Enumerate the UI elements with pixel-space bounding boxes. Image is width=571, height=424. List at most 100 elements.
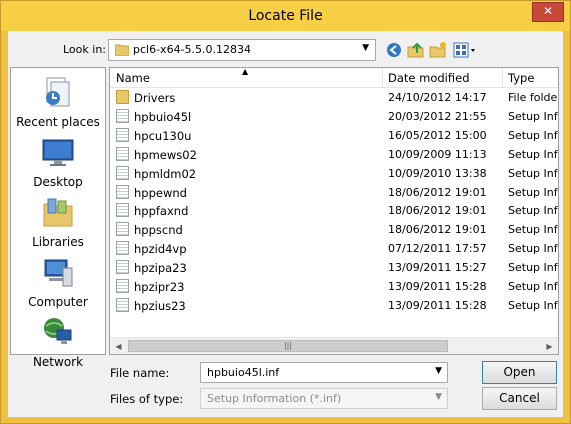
back-icon[interactable] <box>385 41 403 59</box>
table-row[interactable]: hpzid4vp 07/12/2011 17:57 Setup Infc <box>110 239 558 257</box>
file-type-value: Setup Information (*.inf) <box>207 392 342 405</box>
place-libraries[interactable]: Libraries <box>11 196 105 249</box>
file-name-cell: hppewnd <box>134 185 187 200</box>
place-network[interactable]: Network <box>11 316 105 369</box>
look-in-dropdown[interactable]: pcl6-x64-5.5.0.12834 ▼ <box>108 39 376 61</box>
file-list[interactable]: Name ▲ Date modified Type Drivers 24/10/2… <box>109 67 559 355</box>
file-name-cell: hppscnd <box>134 223 183 238</box>
date-modified-cell: 18/06/2012 19:01 <box>388 223 487 237</box>
date-modified-cell: 18/06/2012 19:01 <box>388 204 487 218</box>
date-modified-cell: 13/09/2011 15:28 <box>388 298 487 312</box>
setup-file-icon <box>116 127 129 142</box>
place-computer[interactable]: Computer <box>11 256 105 309</box>
column-header-type[interactable]: Type <box>508 71 534 85</box>
scroll-left-icon[interactable]: ◀ <box>110 338 127 354</box>
scrollbar-thumb[interactable]: ||| <box>128 340 448 352</box>
file-type-cell: File folder <box>508 91 559 104</box>
file-type-cell: Setup Infc <box>508 242 559 256</box>
setup-file-icon <box>116 279 129 293</box>
chevron-down-icon: ▼ <box>435 392 442 402</box>
file-type-cell: Setup Infc <box>508 280 559 293</box>
up-folder-icon[interactable] <box>407 41 425 59</box>
sort-ascending-icon: ▲ <box>242 67 249 76</box>
file-type-cell: Setup Infc <box>508 147 559 161</box>
table-row[interactable]: Drivers 24/10/2012 14:17 File folder <box>110 88 558 106</box>
file-name-cell: Drivers <box>134 91 176 105</box>
column-header-name[interactable]: Name <box>116 71 150 85</box>
file-name-value: hpbuio45l.inf <box>207 366 280 379</box>
file-name-cell: hpbuio45l <box>134 109 192 124</box>
date-modified-cell: 18/06/2012 19:01 <box>388 185 487 199</box>
date-modified-cell: 24/10/2012 14:17 <box>388 91 487 104</box>
file-name-cell: hpzipr23 <box>134 280 185 294</box>
look-in-value: pcl6-x64-5.5.0.12834 <box>133 43 252 56</box>
place-label: Libraries <box>32 235 84 249</box>
setup-file-icon <box>116 108 129 123</box>
file-type-cell: Setup Infc <box>508 185 559 199</box>
file-name-cell: hpzid4vp <box>134 242 187 257</box>
table-row[interactable]: hpbuio45l 20/03/2012 21:55 Setup Infc <box>110 107 558 125</box>
table-row[interactable]: hpmews02 10/09/2009 11:13 Setup Infc <box>110 145 558 163</box>
table-row[interactable]: hppscnd 18/06/2012 19:01 Setup Infc <box>110 220 558 238</box>
file-type-cell: Setup Infc <box>508 298 559 312</box>
setup-file-icon <box>116 241 129 256</box>
date-modified-cell: 07/12/2011 17:57 <box>388 242 487 256</box>
file-type-cell: Setup Infc <box>508 166 559 180</box>
close-button[interactable]: ✕ <box>532 2 564 22</box>
table-row[interactable]: hpcu130u 16/05/2012 15:00 Setup Infc <box>110 126 558 144</box>
file-type-cell: Setup Infc <box>508 109 559 123</box>
place-label: Network <box>32 355 84 369</box>
table-row[interactable]: hpzipa23 13/09/2011 15:27 Setup Infc <box>110 258 558 276</box>
setup-file-icon <box>116 146 129 161</box>
title-bar[interactable]: Locate File ✕ <box>1 1 570 31</box>
column-divider[interactable] <box>502 68 503 88</box>
file-name-label: File name: <box>110 366 170 380</box>
file-name-field[interactable]: hpbuio45l.inf ▼ <box>200 362 448 383</box>
file-type-cell: Setup Infc <box>508 261 559 275</box>
file-type-cell: Setup Infc <box>508 204 559 218</box>
column-header-date[interactable]: Date modified <box>388 71 470 85</box>
folder-icon <box>116 90 129 104</box>
file-name-cell: hppfaxnd <box>134 204 189 219</box>
desktop-icon <box>42 139 74 166</box>
chevron-down-icon[interactable]: ▼ <box>435 366 442 376</box>
date-modified-cell: 10/09/2009 11:13 <box>388 147 487 161</box>
place-desktop[interactable]: Desktop <box>11 136 105 189</box>
file-name-cell: hpmews02 <box>134 147 197 162</box>
setup-file-icon <box>116 297 129 312</box>
date-modified-cell: 16/05/2012 15:00 <box>388 128 487 142</box>
place-label: Recent places <box>16 115 100 129</box>
file-type-dropdown[interactable]: Setup Information (*.inf) ▼ <box>200 388 448 409</box>
date-modified-cell: 10/09/2010 13:38 <box>388 166 487 180</box>
place-recent-places[interactable]: Recent places <box>11 76 105 129</box>
setup-file-icon <box>116 260 129 275</box>
new-folder-icon[interactable] <box>429 41 447 59</box>
file-type-cell: Setup Infc <box>508 223 559 237</box>
computer-icon <box>44 259 73 287</box>
table-row[interactable]: hpmldm02 10/09/2010 13:38 Setup Infc <box>110 164 558 182</box>
place-label: Computer <box>28 295 88 309</box>
file-name-cell: hpmldm02 <box>134 166 197 181</box>
locate-file-dialog: Locate File ✕ Look in: pcl6-x64-5.5.0.12… <box>0 0 571 424</box>
file-name-cell: hpcu130u <box>134 128 192 143</box>
view-menu-icon[interactable] <box>453 41 477 59</box>
table-row[interactable]: hppfaxnd 18/06/2012 19:01 Setup Infc <box>110 201 558 219</box>
table-row[interactable]: hppewnd 18/06/2012 19:01 Setup Infc <box>110 183 558 201</box>
horizontal-scrollbar[interactable]: ◀ ||| ▶ <box>110 337 558 354</box>
column-divider[interactable] <box>382 68 383 88</box>
setup-file-icon <box>116 203 129 218</box>
setup-file-icon <box>116 165 129 180</box>
open-button[interactable]: Open <box>482 361 557 384</box>
cancel-button[interactable]: Cancel <box>482 387 557 410</box>
file-name-cell: hpzipa23 <box>134 261 187 276</box>
places-bar: Recent places Desktop Libraries Computer… <box>10 67 106 369</box>
look-in-label: Look in: <box>63 43 106 56</box>
recent-places-icon <box>46 77 70 107</box>
file-type-label: Files of type: <box>110 392 184 406</box>
table-row[interactable]: hpzius23 13/09/2011 15:28 Setup Infc <box>110 296 558 314</box>
scroll-right-icon[interactable]: ▶ <box>541 338 558 354</box>
table-row[interactable]: hpzipr23 13/09/2011 15:28 Setup Infc <box>110 277 558 295</box>
window-title: Locate File <box>248 8 323 24</box>
network-icon <box>44 318 72 344</box>
folder-icon <box>115 44 129 56</box>
